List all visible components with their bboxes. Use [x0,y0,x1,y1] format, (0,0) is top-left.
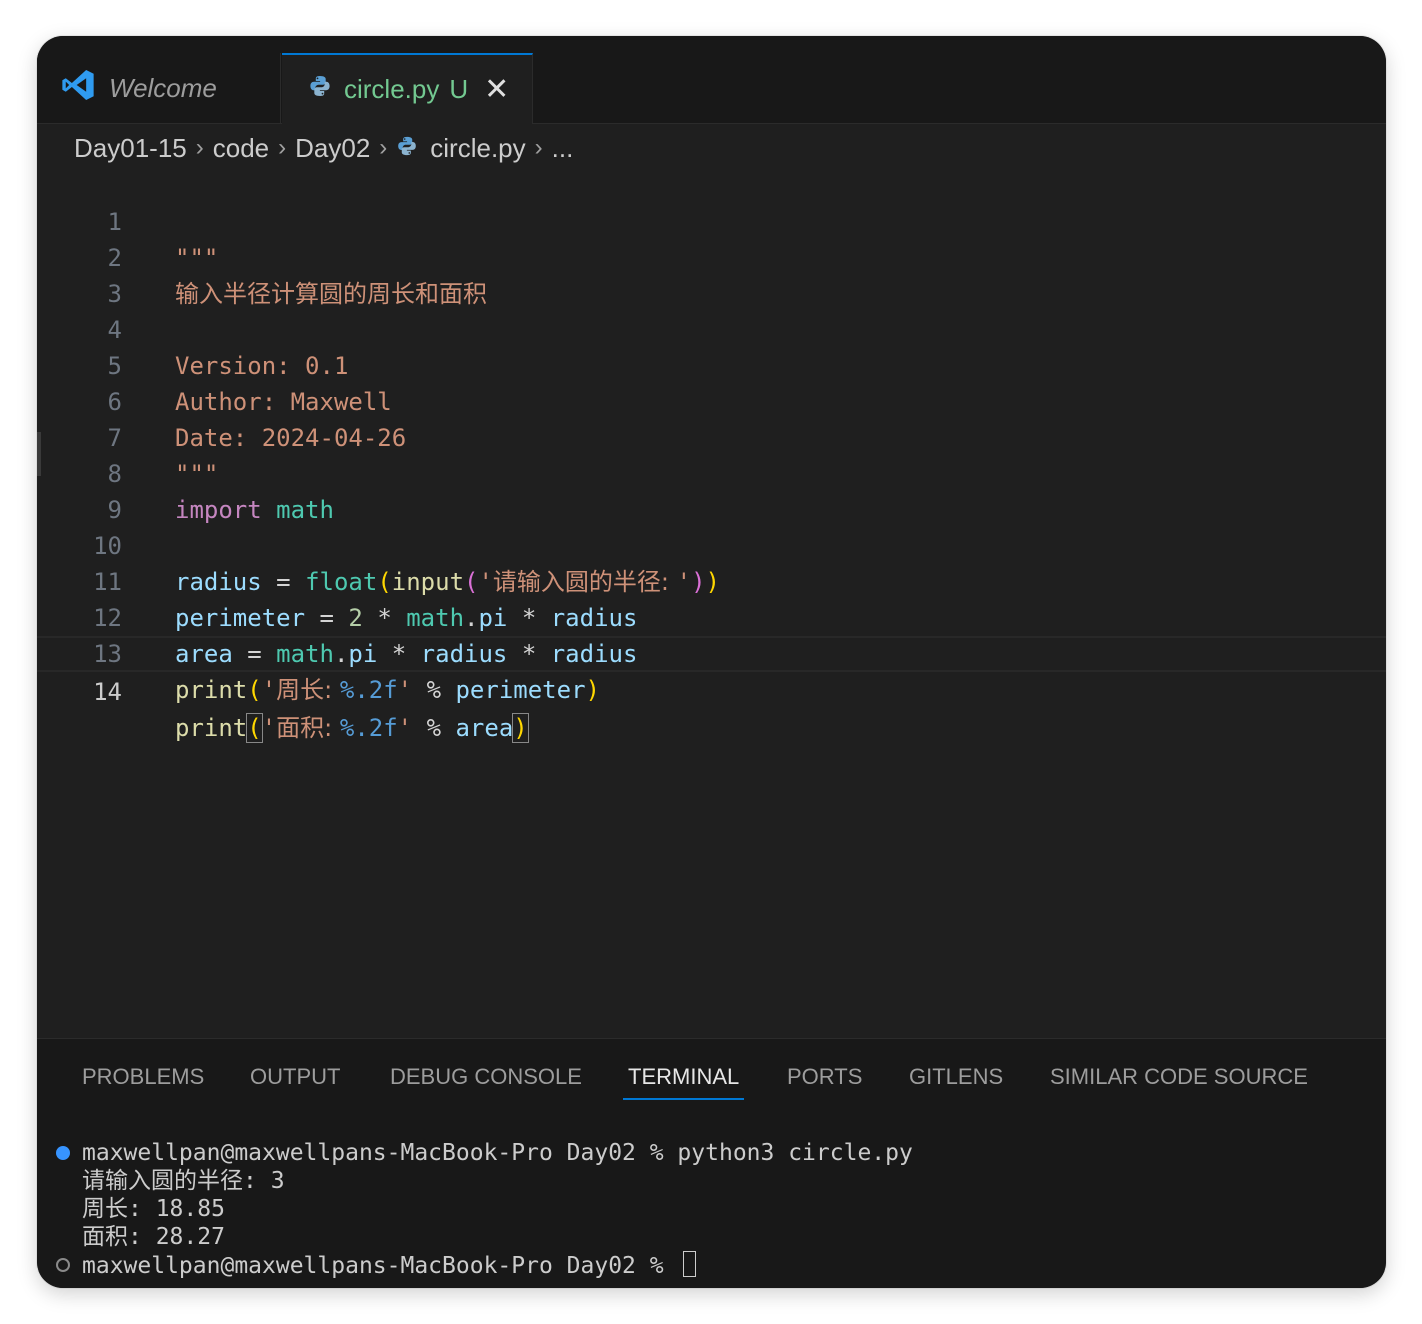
code-line: 11 perimeter = 2 * math.pi * radius [37,528,1386,632]
token-string: 面积: [276,714,340,742]
token-string: ' [261,714,277,742]
editor-tab-bar: Welcome circle.py U ✕ [37,53,1386,124]
command-success-dot-icon[interactable] [56,1146,70,1160]
token-string: ' [397,714,413,742]
tab-welcome-label: Welcome [109,72,217,103]
code-line: 3 [37,240,1386,308]
chevron-right-icon: › [195,134,204,161]
vscode-logo-icon [61,68,95,109]
token-format-spec: %.2f [339,676,398,704]
token-operator: % [426,676,442,704]
breadcrumb-item-day02[interactable]: Day02 [295,133,370,164]
line-content: print('周长: %.2f' % perimeter) [175,672,600,708]
line-number: 14 [93,678,122,706]
code-line: 12 area = math.pi * radius * radius [37,564,1386,668]
token-paren: ) [585,676,600,704]
chevron-right-icon: › [278,134,287,161]
token-operator: % [426,714,442,742]
tab-problems[interactable]: PROBLEMS [82,1057,204,1097]
code-line: 5 Author: Maxwell [37,312,1386,416]
chevron-right-icon: › [379,134,388,161]
tab-circle-py[interactable]: circle.py U ✕ [282,53,533,124]
terminal-prompt: maxwellpan@maxwellpans-MacBook-Pro Day02… [82,1253,678,1279]
token-variable: perimeter [455,676,586,704]
tab-output[interactable]: OUTPUT [250,1057,340,1097]
tab-circle-label: circle.py [344,74,440,104]
token-paren: ( [247,676,262,704]
code-line: 10 radius = float(input('请输入圆的半径: ')) [37,492,1386,596]
code-line: 7 """ [37,384,1386,488]
terminal-prompt-line[interactable]: maxwellpan@maxwellpans-MacBook-Pro Day02… [82,1251,697,1279]
code-line: 2 输入半径计算圆的周长和面积 [37,204,1386,308]
token-string: ' [261,676,277,704]
tab-debug-console[interactable]: DEBUG CONSOLE [390,1057,582,1097]
token-function: print [175,714,248,742]
python-icon [396,133,418,164]
breadcrumb-item-symbols[interactable]: ... [552,133,574,164]
code-line-active: 14 print('面积: %.2f' % area) [37,636,1386,743]
code-line: 8 import math [37,420,1386,524]
tab-similar-code-source[interactable]: SIMILAR CODE SOURCE [1050,1057,1308,1097]
token-function: print [175,676,248,704]
command-pending-dot-icon[interactable] [56,1258,70,1272]
code-line: 13 print('周长: %.2f' % perimeter) [37,600,1386,704]
token-variable: area [455,714,514,742]
breadcrumb-item-day01-15[interactable]: Day01-15 [74,133,187,164]
tab-terminal[interactable]: TERMINAL [622,1057,745,1100]
terminal-line: 周长: 18.85 [82,1196,225,1222]
breadcrumb: Day01-15 › code › Day02 › circle.py › ..… [74,128,573,168]
breadcrumb-item-circle-py[interactable]: circle.py [430,133,525,164]
code-line: 1 """ [37,168,1386,272]
line-content: print('面积: %.2f' % area) [175,710,529,746]
code-editor[interactable]: 1 """ 2 输入半径计算圆的周长和面积 3 4 Version: 0.1 5… [37,168,1386,1038]
terminal-cursor [683,1251,697,1277]
python-icon [308,74,332,105]
chevron-right-icon: › [534,134,543,161]
terminal-line: maxwellpan@maxwellpans-MacBook-Pro Day02… [82,1140,913,1166]
terminal-line: 请输入圆的半径: 3 [82,1168,285,1194]
bracket-match: ( [246,713,263,743]
token-string: 周长: [276,676,340,704]
tab-ports[interactable]: PORTS [787,1057,862,1097]
code-line: 4 Version: 0.1 [37,276,1386,380]
title-bar [37,36,1386,54]
close-icon[interactable]: ✕ [484,74,509,105]
vscode-window: Welcome circle.py U ✕ Day01-15 › code › … [37,36,1386,1288]
token-format-spec: %.2f [339,714,398,742]
code-line: 9 [37,456,1386,524]
tab-gitlens[interactable]: GITLENS [909,1057,1003,1097]
token-string: ' [397,676,413,704]
bracket-match: ) [512,713,529,743]
terminal-line: 面积: 28.27 [82,1224,225,1250]
tab-welcome[interactable]: Welcome [37,53,281,123]
code-line: 6 Date: 2024-04-26 [37,348,1386,452]
bottom-panel: PROBLEMS OUTPUT DEBUG CONSOLE TERMINAL P… [37,1038,1386,1288]
breadcrumb-item-code[interactable]: code [213,133,269,164]
untracked-badge: U [449,74,469,104]
